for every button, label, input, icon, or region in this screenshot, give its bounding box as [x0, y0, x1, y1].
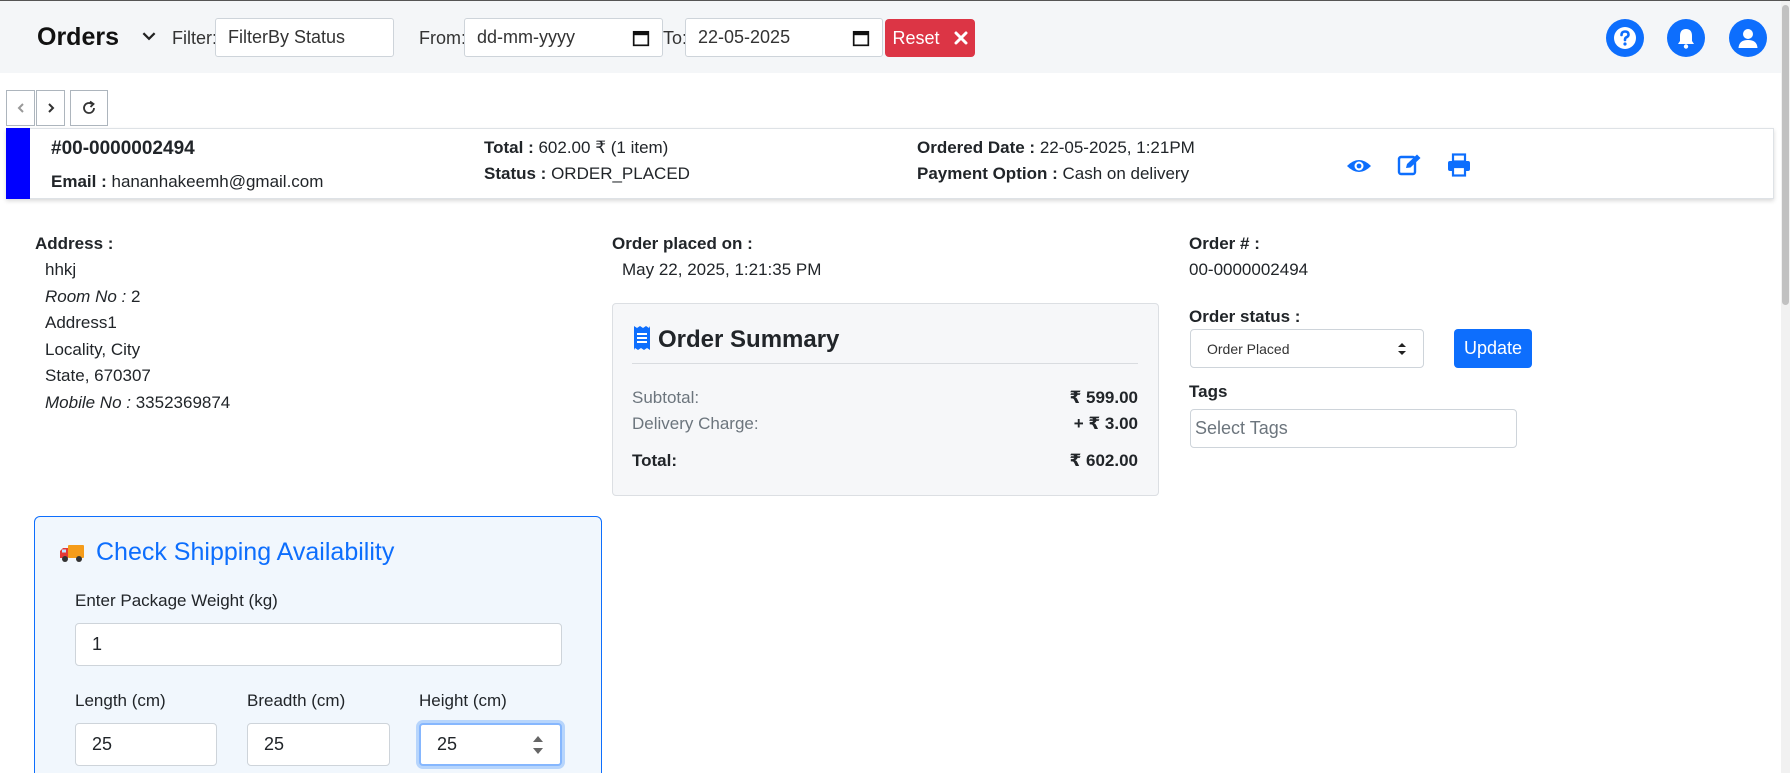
select-arrows-icon: [1398, 342, 1406, 355]
mobile-label: Mobile No :: [45, 393, 131, 412]
chevron-right-icon: [47, 103, 54, 113]
payment-label: Payment Option :: [917, 164, 1058, 183]
order-placed-value: May 22, 2025, 1:21:35 PM: [622, 260, 822, 279]
question-circle-icon: [1614, 27, 1636, 49]
tags-heading: Tags: [1189, 382, 1228, 401]
delivery-label: Delivery Charge:: [632, 414, 759, 433]
breadth-label: Breadth (cm): [247, 691, 346, 710]
payment-value: Cash on delivery: [1062, 164, 1190, 183]
address-room: Room No : 2: [45, 287, 140, 307]
order-summary-title: Order Summary: [658, 326, 840, 353]
address-line1: Address1: [45, 313, 117, 332]
prev-button[interactable]: [6, 90, 35, 126]
address-mobile: Mobile No : 3352369874: [45, 393, 230, 413]
user-icon: [1738, 29, 1758, 48]
eye-icon[interactable]: [1346, 154, 1372, 178]
height-value: 25: [437, 734, 458, 754]
order-status-select[interactable]: Order Placed: [1190, 329, 1424, 368]
mobile-value: 3352369874: [135, 393, 231, 412]
weight-input[interactable]: 1: [75, 623, 562, 666]
address-line3: State, 670307: [45, 366, 151, 385]
summary-total-label: Total:: [632, 451, 678, 470]
help-button[interactable]: [1606, 19, 1644, 57]
ordered-date-value: 22-05-2025, 1:21PM: [1039, 138, 1195, 157]
update-button[interactable]: Update: [1454, 329, 1532, 368]
bell-icon: [1678, 29, 1694, 49]
truck-icon: [60, 545, 84, 562]
ordered-date: Ordered Date : 22-05-2025, 1:21PM: [917, 138, 1195, 158]
address-line2: Locality, City: [45, 340, 141, 359]
status-value: ORDER_PLACED: [551, 164, 690, 183]
refresh-icon: [83, 100, 95, 114]
from-date-value: dd-mm-yyyy: [477, 27, 575, 47]
total-label: Total :: [484, 138, 534, 157]
to-date-input[interactable]: 22-05-2025: [685, 18, 883, 57]
order-status-heading: Order status :: [1189, 307, 1301, 326]
order-number-heading: Order # :: [1189, 234, 1260, 253]
order-status-stripe: [6, 128, 30, 199]
to-label: To:: [663, 28, 688, 48]
ordered-date-label: Ordered Date :: [917, 138, 1036, 157]
order-email: Email : hananhakeemh@gmail.com: [51, 172, 323, 192]
subtotal-label: Subtotal:: [632, 388, 700, 407]
filter-status-value: FilterBy Status: [228, 27, 346, 47]
room-value: 2: [130, 287, 141, 306]
order-placed-heading: Order placed on :: [612, 234, 753, 253]
chevron-left-icon: [17, 103, 24, 113]
spinner-arrows-icon[interactable]: [532, 732, 544, 758]
order-total: Total : 602.00 ₹ (1 item): [484, 138, 668, 158]
scrollbar-thumb[interactable]: [1782, 5, 1789, 305]
calendar-icon[interactable]: [632, 29, 650, 47]
receipt-icon: [634, 326, 650, 350]
total-value: 602.00 ₹ (1 item): [538, 138, 669, 157]
chevron-down-icon[interactable]: [140, 27, 158, 45]
close-icon: [954, 31, 968, 45]
to-date-value: 22-05-2025: [698, 27, 791, 47]
order-number-value: 00-0000002494: [1189, 260, 1309, 279]
height-label: Height (cm): [419, 691, 507, 710]
from-label: From:: [419, 28, 466, 48]
room-label: Room No :: [45, 287, 127, 306]
filter-status-input[interactable]: FilterBy Status: [215, 18, 394, 57]
length-input[interactable]: 25: [75, 723, 217, 766]
address-heading: Address :: [35, 234, 114, 253]
profile-button[interactable]: [1729, 19, 1767, 57]
from-date-input[interactable]: dd-mm-yyyy: [464, 18, 663, 57]
notifications-button[interactable]: [1667, 19, 1705, 57]
order-number: #00-0000002494: [51, 138, 195, 159]
page-title: Orders: [37, 23, 119, 51]
delivery-value: + ₹ 3.00: [1073, 414, 1138, 433]
order-status: Status : ORDER_PLACED: [484, 164, 690, 184]
reset-label: Reset: [892, 27, 940, 48]
weight-label: Enter Package Weight (kg): [75, 591, 278, 610]
calendar-icon[interactable]: [852, 29, 870, 47]
address-name: hhkj: [45, 260, 77, 279]
order-status-selected: Order Placed: [1207, 340, 1290, 357]
height-input[interactable]: 25: [419, 723, 562, 766]
tags-input[interactable]: Select Tags: [1190, 409, 1517, 448]
edit-icon[interactable]: [1397, 153, 1423, 177]
next-button[interactable]: [36, 90, 65, 126]
status-label: Status :: [484, 164, 547, 183]
length-label: Length (cm): [75, 691, 166, 710]
payment-option: Payment Option : Cash on delivery: [917, 164, 1189, 184]
summary-total-value: ₹ 602.00: [1069, 451, 1138, 470]
summary-divider: [632, 363, 1138, 364]
shipping-title: Check Shipping Availability: [96, 538, 395, 566]
breadth-input[interactable]: 25: [247, 723, 390, 766]
email-value: hananhakeemh@gmail.com: [111, 172, 324, 191]
email-label: Email :: [51, 172, 107, 191]
refresh-button[interactable]: [70, 90, 108, 126]
reset-button[interactable]: Reset: [885, 19, 975, 57]
filter-label: Filter:: [172, 28, 217, 48]
print-icon[interactable]: [1446, 153, 1472, 177]
subtotal-value: ₹ 599.00: [1069, 388, 1138, 407]
